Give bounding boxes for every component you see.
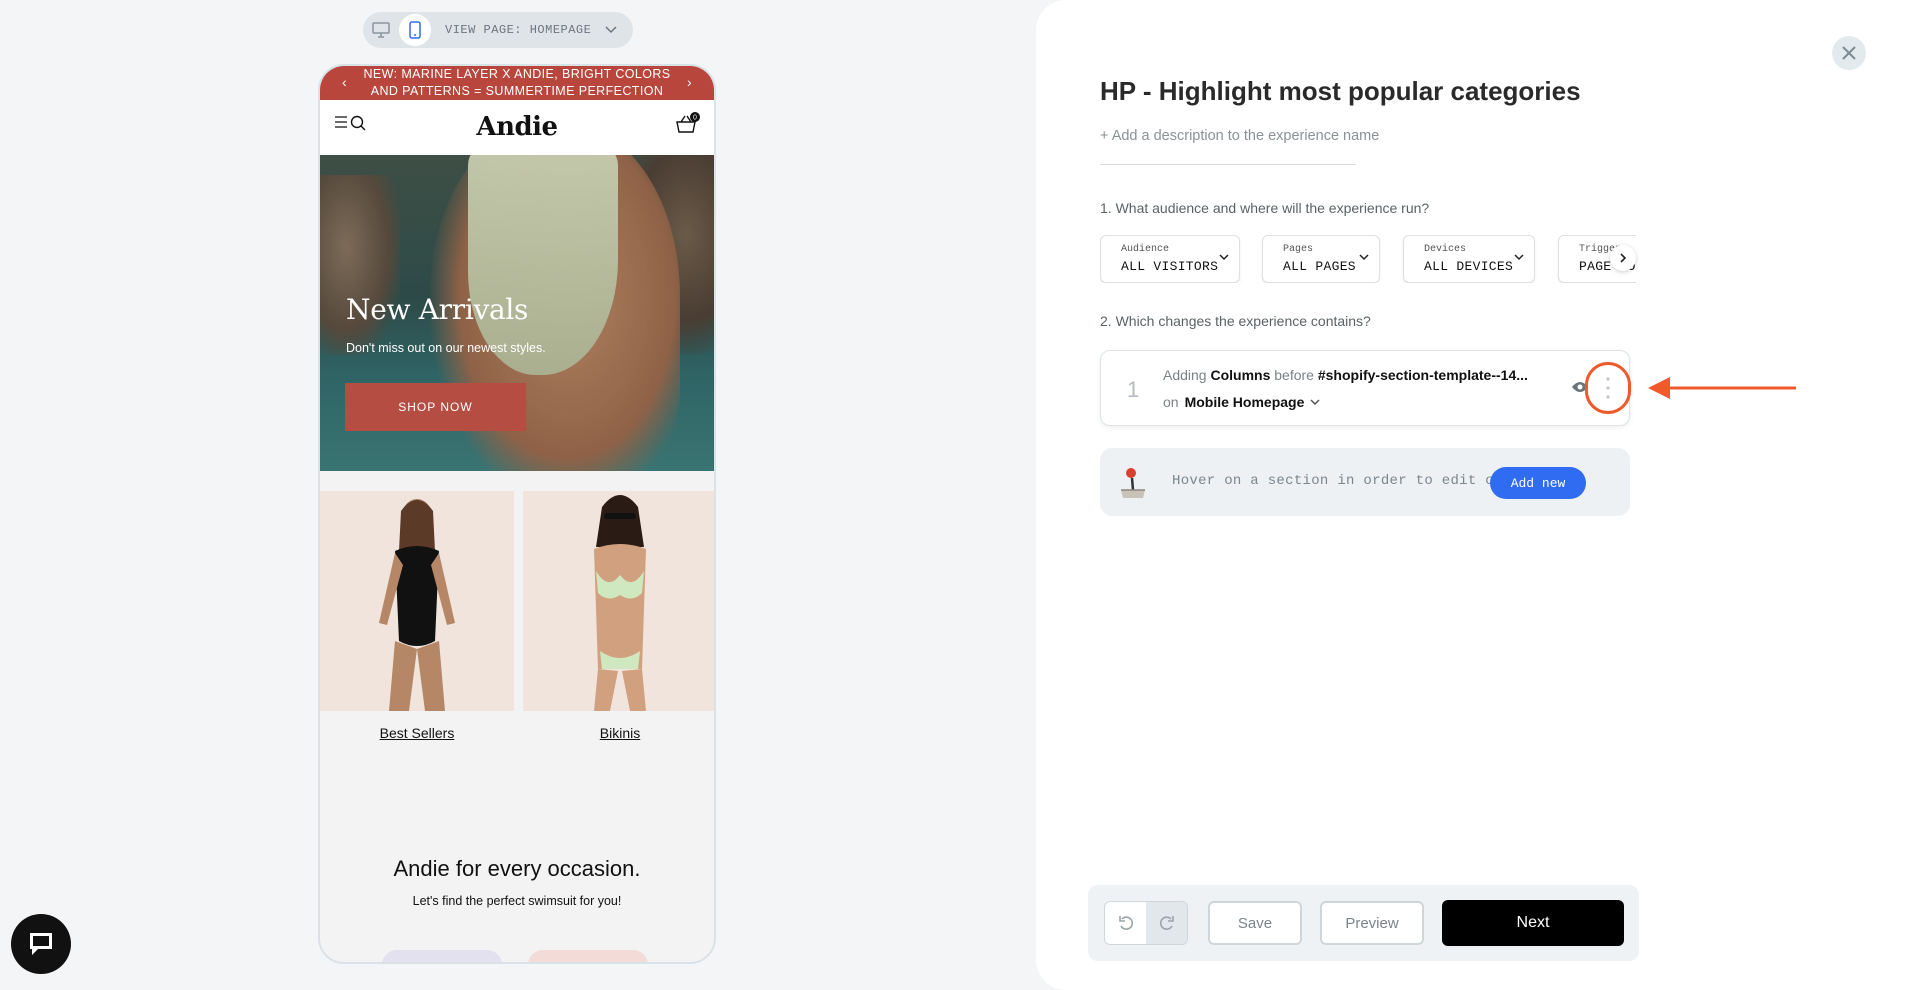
category-bikinis[interactable]: Bikinis [523,491,714,741]
shop-now-button[interactable]: SHOP NOW [345,383,526,431]
add-change-box: Hover on a section in order to edit or A… [1100,448,1630,516]
hero-image-rock-left [320,175,400,355]
redo-button[interactable] [1146,902,1187,944]
phone-frame: ‹ NEW: MARINE LAYER X ANDIE, BRIGHT COLO… [318,64,716,964]
category-image[interactable] [320,491,514,711]
chevron-left-icon[interactable]: ‹ [342,74,347,91]
chip-value: ALL PAGES [1283,259,1356,274]
chevron-down-icon [1359,254,1369,261]
change-on-label: on [1163,394,1179,410]
change-item[interactable]: 1 Adding Columns before #shopify-section… [1100,350,1630,426]
chip-value: ALL DEVICES [1424,259,1514,274]
chevron-right-icon [1619,253,1626,263]
chip-value: ALL VISITORS [1121,259,1219,274]
desktop-icon [372,22,390,38]
hover-hint: Hover on a section in order to edit or [1172,473,1503,489]
question-audience: 1. What audience and where will the expe… [1100,200,1430,216]
preview-area: VIEW PAGE: HOMEPAGE ‹ NEW: MARINE LAYER … [0,0,1040,990]
change-element: Columns [1210,367,1271,383]
close-button[interactable] [1832,36,1866,70]
category-label[interactable]: Best Sellers [320,725,514,741]
promo-banner: ‹ NEW: MARINE LAYER X ANDIE, BRIGHT COLO… [320,66,714,100]
question-changes: 2. Which changes the experience contains… [1100,313,1371,329]
cart-count: 0 [693,115,697,122]
add-new-button[interactable]: Add new [1490,467,1586,499]
occasion-pill[interactable] [528,950,648,962]
chevron-down-icon[interactable] [605,21,617,39]
undo-icon [1118,916,1133,930]
redo-icon [1159,916,1174,930]
chat-icon [30,933,52,955]
chip-devices[interactable]: Devices ALL DEVICES [1403,235,1535,283]
joystick-icon [1121,468,1145,498]
chevron-down-icon [1219,254,1229,261]
highlight-ring [1585,362,1631,414]
category-label[interactable]: Bikinis [523,725,714,741]
category-best-sellers[interactable]: Best Sellers [320,491,514,741]
view-page-bar: VIEW PAGE: HOMEPAGE [363,12,633,48]
change-page-row: on Mobile Homepage [1163,394,1320,410]
chip-key: Pages [1283,244,1314,255]
hero-subtitle: Don't miss out on our newest styles. [346,341,546,355]
chevron-down-icon [1514,254,1524,261]
footer-bar: Save Preview Next [1088,885,1639,961]
chip-key: Devices [1424,244,1467,255]
mobile-icon [409,21,421,39]
category-columns: Best Sellers Bikinis [320,491,714,766]
change-page-select[interactable]: Mobile Homepage [1185,394,1305,410]
occasion-title: Andie for every occasion. [393,856,641,881]
site-logo[interactable]: Andie [320,112,714,142]
targeting-chips: Audience ALL VISITORS Pages ALL PAGES De… [1100,235,1636,283]
undo-redo-group [1104,901,1188,945]
mobile-view-button[interactable] [399,14,431,46]
view-page-label[interactable]: VIEW PAGE: HOMEPAGE [445,23,591,37]
promo-text: NEW: MARINE LAYER X ANDIE, BRIGHT COLORS… [363,67,671,98]
cart-icon[interactable]: 0 [674,111,700,142]
chevron-down-icon[interactable] [1310,398,1320,406]
chip-key: Audience [1121,244,1170,255]
next-button[interactable]: Next [1442,900,1624,946]
close-icon [1842,46,1856,60]
hero-title: New Arrivals [346,293,529,326]
chip-audience[interactable]: Audience ALL VISITORS [1100,235,1240,283]
divider [1100,164,1356,165]
hero-banner: New Arrivals Don't miss out on our newes… [320,155,714,471]
change-verb: Adding [1163,367,1207,383]
undo-button[interactable] [1105,902,1146,944]
preview-button[interactable]: Preview [1320,901,1424,945]
chips-scroll-right-button[interactable] [1610,245,1636,271]
change-number: 1 [1127,377,1140,402]
desktop-view-button[interactable] [365,14,397,46]
pointer-arrow-icon [1648,377,1796,399]
site-header: Andie 0 [320,100,714,155]
chevron-right-icon[interactable]: › [687,74,692,91]
experience-title[interactable]: HP - Highlight most popular categories [1100,76,1581,107]
occasion-pill[interactable] [382,950,502,962]
chat-button[interactable] [11,914,71,974]
occasion-subtitle: Let's find the perfect swimsuit for you! [412,894,622,908]
change-summary: Adding Columns before #shopify-section-t… [1163,367,1528,383]
chip-pages[interactable]: Pages ALL PAGES [1262,235,1380,283]
category-image[interactable] [523,491,714,711]
change-position: before [1274,367,1314,383]
description-field[interactable]: + Add a description to the experience na… [1100,128,1379,144]
save-button[interactable]: Save [1208,901,1302,945]
change-selector: #shopify-section-template--14... [1317,367,1528,383]
